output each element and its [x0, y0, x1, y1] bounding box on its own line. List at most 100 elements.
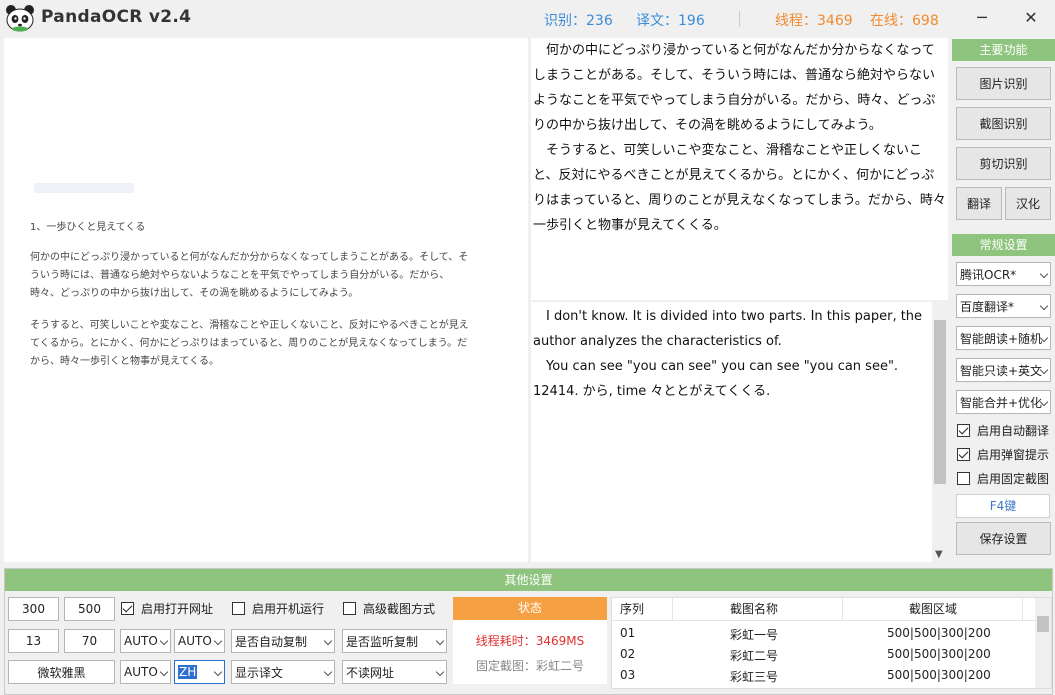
- table-cell[interactable]: 彩虹一号: [730, 626, 778, 643]
- popup-hint-label: 启用弹窗提示: [977, 448, 1050, 462]
- autostart-label: 启用开机运行: [252, 602, 325, 616]
- chevron-down-icon: [435, 667, 445, 677]
- clipboard-ocr-button[interactable]: 剪切识别: [956, 147, 1051, 180]
- recognize-count: 识别：236: [544, 13, 613, 29]
- title-bar: PandaOCR v2.4 识别：236 译文：196 线程：3469 在线：6…: [0, 0, 1055, 37]
- show-translation-value: 显示译文: [235, 665, 284, 680]
- auto-translate-checkbox[interactable]: 启用自动翻译: [957, 422, 1049, 439]
- checkbox-unchecked-icon: [232, 602, 245, 615]
- hotkey-field[interactable]: F4键: [956, 494, 1050, 518]
- ocr-paragraph: そうすると、可笑しいこや変なこと、滑稽なことや正しくないこと、反対にやるべきこと…: [533, 143, 946, 233]
- save-settings-button[interactable]: 保存设置: [956, 522, 1051, 555]
- faded-background-text: [34, 183, 134, 193]
- online-count: 在线：698: [870, 13, 939, 29]
- table-cell[interactable]: 彩虹三号: [730, 668, 778, 685]
- chevron-down-icon: [323, 667, 333, 677]
- advanced-capture-label: 高级截图方式: [363, 602, 436, 616]
- table-cell[interactable]: 01: [620, 626, 635, 640]
- scroll-down-icon[interactable]: ▼: [935, 549, 943, 560]
- chevron-down-icon: [435, 636, 445, 646]
- source-line: そうすると、可笑しいことや変なこと、滑稽なことや正しくないこと、反対にやるべきこ…: [30, 320, 469, 331]
- other-settings-header: 其他设置: [5, 569, 1052, 591]
- translate-engine-select[interactable]: 百度翻译*: [956, 294, 1051, 318]
- thread-elapsed-text: 线程耗时：3469MS: [475, 634, 585, 648]
- scrollbar-thumb[interactable]: [934, 320, 946, 484]
- table-cell[interactable]: 彩虹二号: [730, 647, 778, 664]
- close-button[interactable]: ✕: [1007, 0, 1055, 34]
- chevron-down-icon: [213, 636, 223, 646]
- ui-lang-select[interactable]: ZH: [174, 660, 225, 684]
- no-read-url-select[interactable]: 不读网址: [342, 660, 447, 684]
- read-mode-select[interactable]: 智能朗读+随机: [956, 326, 1051, 350]
- table-scrollbar[interactable]: [1035, 598, 1051, 688]
- open-url-label: 启用打开网址: [141, 602, 214, 616]
- advanced-capture-checkbox[interactable]: 高级截图方式: [343, 600, 435, 617]
- checkbox-checked-icon: [957, 448, 970, 461]
- height-input[interactable]: 500: [64, 597, 115, 621]
- fixed-capture-label: 启用固定截图: [977, 472, 1050, 486]
- listen-copy-value: 是否监听复制: [346, 634, 419, 649]
- no-read-url-value: 不读网址: [346, 665, 395, 680]
- autostart-checkbox[interactable]: 启用开机运行: [232, 600, 324, 617]
- source-lang-value: AUTO: [124, 634, 158, 648]
- table-cell[interactable]: 500|500|300|200: [887, 668, 991, 682]
- target-lang-select[interactable]: AUTO: [174, 629, 225, 653]
- value-input-2[interactable]: 70: [64, 629, 115, 653]
- read-lang-value: AUTO: [124, 665, 158, 679]
- source-line: てくるから。とにかく、何かにどっぷりはまっていると、周りのことが見えなくなってし…: [30, 338, 468, 349]
- open-url-checkbox[interactable]: 启用打开网址: [121, 600, 213, 617]
- capture-table[interactable]: 序列 截图名称 截图区域 01 彩虹一号 500|500|300|200 02 …: [611, 597, 1052, 689]
- panda-logo-icon: [6, 5, 34, 32]
- width-input[interactable]: 300: [8, 597, 59, 621]
- translation-paragraph: You can see "you can see" you can see "y…: [533, 359, 899, 399]
- checkbox-checked-icon: [121, 602, 134, 615]
- translation-result-textarea[interactable]: I don't know. It is divided into two par…: [531, 302, 948, 562]
- minimize-button[interactable]: ─: [958, 0, 1006, 34]
- target-lang-value: AUTO: [178, 634, 212, 648]
- chinese-button[interactable]: 汉化: [1005, 187, 1051, 220]
- ui-lang-value: ZH: [178, 665, 198, 679]
- status-header: 状态: [453, 597, 607, 620]
- image-ocr-button[interactable]: 图片识别: [956, 67, 1051, 100]
- read-lang-select[interactable]: AUTO: [120, 660, 171, 684]
- checkbox-unchecked-icon: [957, 472, 970, 485]
- popup-hint-checkbox[interactable]: 启用弹窗提示: [957, 446, 1049, 463]
- source-line: から、時々一歩引くと物事が見えてくる。: [30, 356, 219, 367]
- source-heading: 1、一歩ひくと見えてくる: [30, 222, 146, 233]
- screenshot-ocr-button[interactable]: 截图识别: [956, 107, 1051, 140]
- scrollbar-thumb[interactable]: [1037, 616, 1049, 632]
- table-cell[interactable]: 500|500|300|200: [887, 626, 991, 640]
- app-title: PandaOCR v2.4: [41, 7, 192, 27]
- checkbox-checked-icon: [957, 424, 970, 437]
- ocr-engine-value: 腾讯OCR*: [960, 267, 1017, 282]
- main-functions-header: 主要功能: [952, 39, 1055, 61]
- source-lang-select[interactable]: AUTO: [120, 629, 171, 653]
- merge-mode-select[interactable]: 智能合并+优化: [956, 390, 1051, 414]
- fixed-capture-checkbox[interactable]: 启用固定截图: [957, 470, 1049, 487]
- chevron-down-icon: [1039, 301, 1049, 311]
- table-header-area: 截图区域: [909, 602, 958, 616]
- read-mode-value: 智能朗读+随机: [960, 331, 1043, 346]
- table-header-index: 序列: [620, 602, 645, 616]
- table-cell[interactable]: 02: [620, 647, 635, 661]
- translate-button[interactable]: 翻译: [956, 187, 1002, 220]
- ocr-result-textarea[interactable]: 何かの中にどっぷり浸かっていると何がなんだか分からなくなってしまうことがある。そ…: [531, 38, 948, 300]
- show-translation-select[interactable]: 显示译文: [231, 660, 335, 684]
- ocr-paragraph: 何かの中にどっぷり浸かっていると何がなんだか分からなくなってしまうことがある。そ…: [533, 43, 936, 133]
- read-only-select[interactable]: 智能只读+英文: [956, 358, 1051, 382]
- table-cell[interactable]: 03: [620, 668, 635, 682]
- source-image-pane: 1、一歩ひくと見えてくる 何かの中にどっぷり浸かっていると何がなんだか分からなく…: [4, 38, 528, 562]
- font-input[interactable]: 微软雅黑: [8, 660, 115, 684]
- table-cell[interactable]: 500|500|300|200: [887, 647, 991, 661]
- auto-copy-select[interactable]: 是否自动复制: [231, 629, 335, 653]
- source-line: 時々、どっぷりの中から抜け出して、その渦を眺めるようにしてみよう。: [30, 288, 359, 299]
- listen-copy-select[interactable]: 是否监听复制: [342, 629, 447, 653]
- chevron-down-icon: [1039, 269, 1049, 279]
- general-settings-header: 常规设置: [952, 234, 1055, 256]
- merge-mode-value: 智能合并+优化: [960, 395, 1043, 410]
- chevron-down-icon: [159, 636, 169, 646]
- ocr-engine-select[interactable]: 腾讯OCR*: [956, 262, 1051, 286]
- value-input-1[interactable]: 13: [8, 629, 59, 653]
- translation-scrollbar[interactable]: ▼: [932, 302, 948, 562]
- auto-translate-label: 启用自动翻译: [977, 424, 1050, 438]
